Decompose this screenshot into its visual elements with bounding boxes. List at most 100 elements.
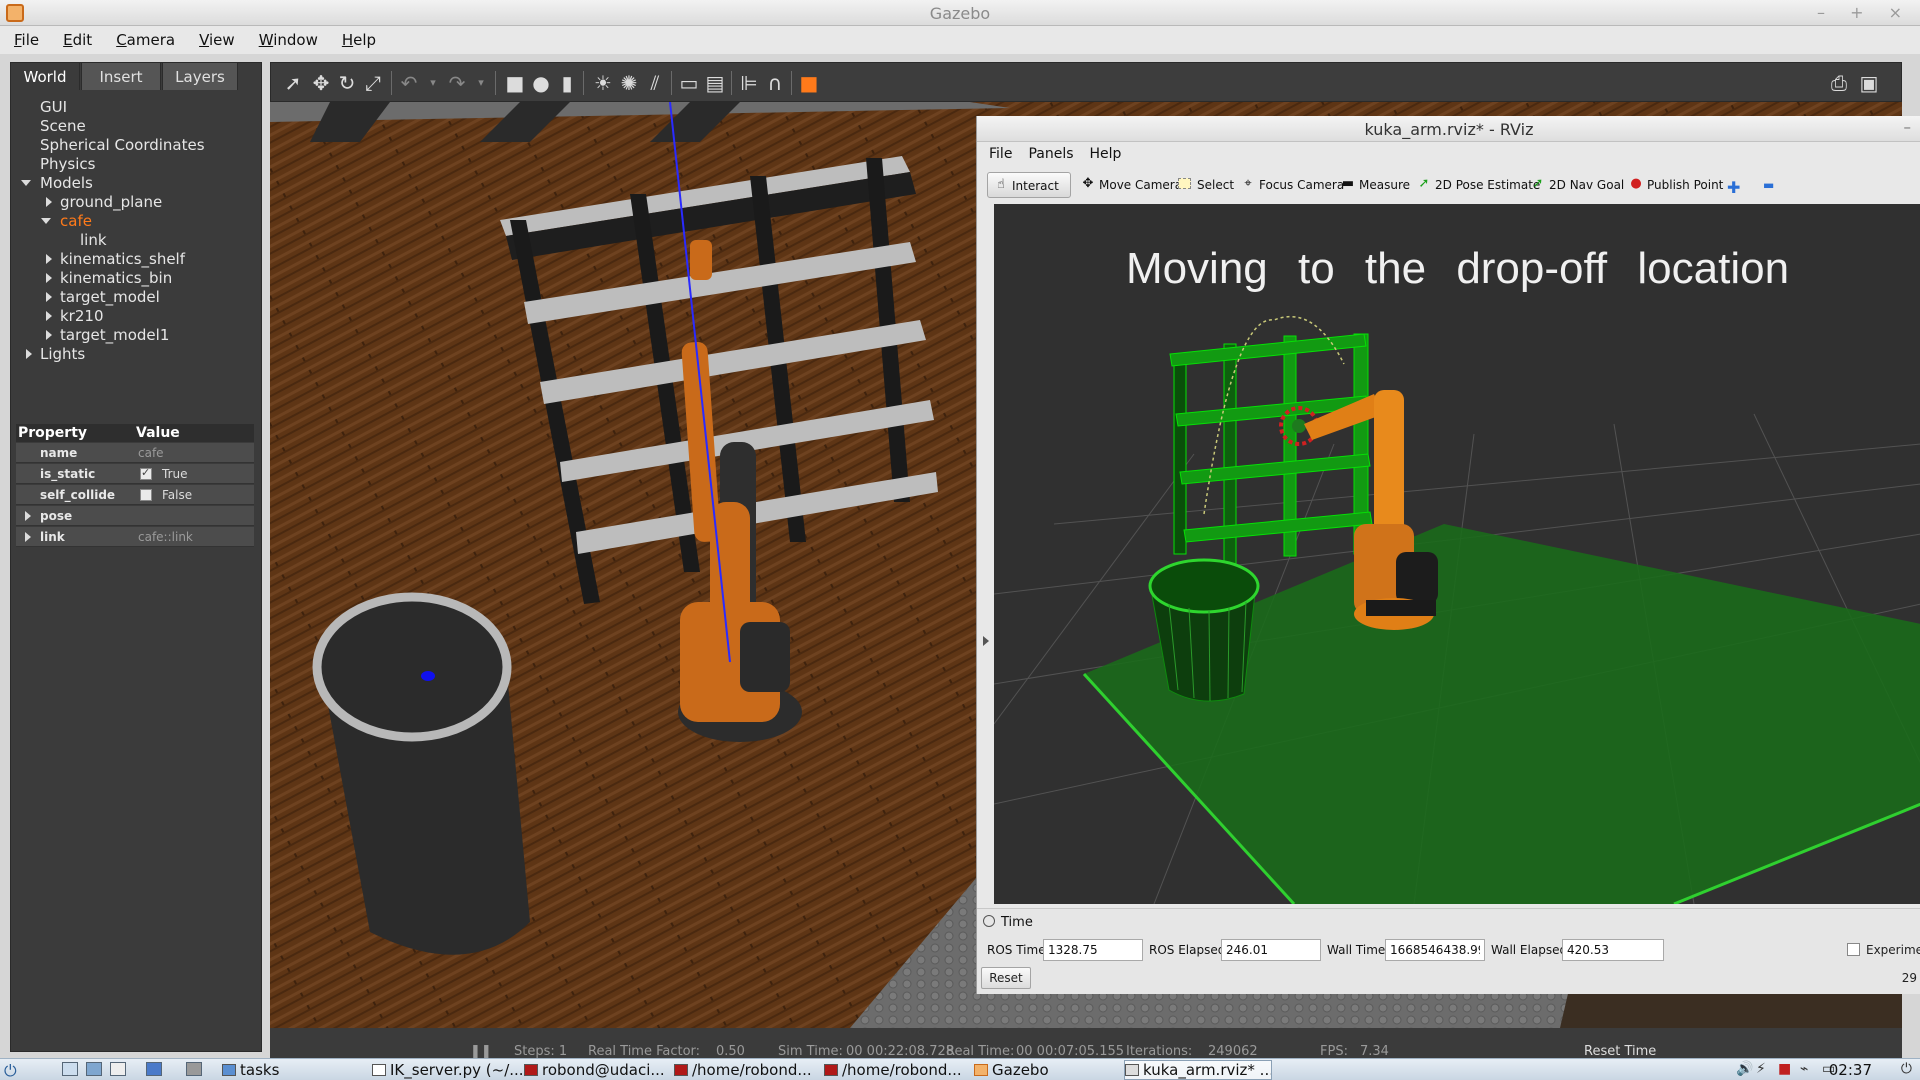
- tab-insert[interactable]: Insert: [81, 62, 161, 90]
- tab-world[interactable]: World: [10, 62, 80, 90]
- remove-tool-icon[interactable]: ▬: [1757, 172, 1780, 198]
- tree-item-scene[interactable]: Scene: [40, 117, 86, 135]
- wall-elapsed-field[interactable]: [1562, 939, 1664, 961]
- tree-item-physics[interactable]: Physics: [40, 155, 95, 173]
- tree-item-lights[interactable]: Lights: [40, 345, 85, 363]
- expand-arrow-icon[interactable]: [46, 330, 52, 340]
- start-menu-icon[interactable]: ⏻: [4, 1061, 44, 1080]
- network-icon[interactable]: ⌁: [1800, 1061, 1808, 1077]
- copy-icon[interactable]: ▭: [677, 71, 701, 95]
- point-light-icon[interactable]: ☀: [591, 71, 615, 95]
- rviz-menu-panels[interactable]: Panels: [1016, 142, 1077, 162]
- wall-time-field[interactable]: [1385, 939, 1485, 961]
- tree-item-models[interactable]: Models: [40, 174, 93, 192]
- change-view-icon[interactable]: ■: [797, 71, 821, 95]
- scale-icon[interactable]: ⤢: [361, 71, 385, 95]
- translate-icon[interactable]: ✥: [309, 71, 333, 95]
- task-tasks[interactable]: tasks: [222, 1061, 372, 1080]
- reset-button[interactable]: Reset: [981, 967, 1031, 989]
- directional-light-icon[interactable]: ⫽: [643, 71, 667, 95]
- property-value[interactable]: cafe: [138, 446, 164, 460]
- minimize-icon[interactable]: –: [1904, 118, 1912, 136]
- expand-arrow-icon[interactable]: [21, 180, 31, 186]
- browser-launcher-icon[interactable]: [146, 1062, 162, 1076]
- expand-arrow-icon[interactable]: [46, 292, 52, 302]
- app-launcher-icon[interactable]: [186, 1062, 202, 1076]
- select-arrow-icon[interactable]: ➚: [281, 71, 305, 95]
- task-ik-server[interactable]: IK_server.py (~/...: [372, 1061, 522, 1080]
- menu-help[interactable]: Help: [328, 26, 386, 49]
- reset-time-button[interactable]: Reset Time: [1584, 1044, 1656, 1059]
- experimental-checkbox[interactable]: [1847, 943, 1860, 956]
- collapse-arrow-icon[interactable]: [983, 636, 989, 646]
- pause-icon[interactable]: ❚❚: [470, 1044, 492, 1059]
- tab-layers[interactable]: Layers: [162, 62, 238, 90]
- expand-arrow-icon[interactable]: [26, 349, 32, 359]
- tree-item-target-model1[interactable]: target_model1: [60, 326, 169, 344]
- shutdown-icon[interactable]: ⏻: [1901, 1061, 1912, 1077]
- record-tray-icon[interactable]: ■: [1778, 1061, 1791, 1077]
- ros-elapsed-field[interactable]: [1221, 939, 1321, 961]
- tool-2d-nav-goal[interactable]: ➚ 2D Nav Goal: [1525, 172, 1630, 198]
- add-tool-icon[interactable]: ✚: [1721, 172, 1746, 198]
- rviz-3d-viewport[interactable]: Moving to the drop-off location: [994, 204, 1920, 904]
- tool-measure[interactable]: ▬ Measure: [1335, 172, 1416, 198]
- ros-time-field[interactable]: [1043, 939, 1143, 961]
- self-collide-checkbox[interactable]: [140, 489, 152, 501]
- expand-arrow-icon[interactable]: [46, 273, 52, 283]
- tool-publish-point[interactable]: ● Publish Point: [1623, 172, 1729, 198]
- power-icon[interactable]: ⚡: [1756, 1061, 1766, 1077]
- paste-icon[interactable]: ▤: [703, 71, 727, 95]
- tree-item-kr210[interactable]: kr210: [60, 307, 103, 325]
- tool-focus-camera[interactable]: ⌖ Focus Camera: [1235, 172, 1350, 198]
- collapse-panel-handle[interactable]: [981, 204, 991, 904]
- task-gazebo[interactable]: Gazebo: [974, 1061, 1122, 1080]
- sphere-shape-icon[interactable]: ●: [529, 71, 553, 95]
- task-terminal-3[interactable]: /home/robond...: [824, 1061, 972, 1080]
- menu-view[interactable]: View: [185, 26, 245, 49]
- tree-item-kinematics-shelf[interactable]: kinematics_shelf: [60, 250, 185, 268]
- file-manager-icon[interactable]: [86, 1062, 102, 1076]
- box-shape-icon[interactable]: ■: [503, 71, 527, 95]
- screenshot-camera-icon[interactable]: ⎙: [1827, 71, 1851, 95]
- expand-arrow-icon[interactable]: [46, 197, 52, 207]
- redo-dropdown-icon[interactable]: ▾: [469, 71, 493, 95]
- expand-arrow-icon[interactable]: [25, 511, 31, 521]
- record-icon[interactable]: ▣: [1857, 71, 1881, 95]
- property-row-pose[interactable]: pose: [16, 506, 254, 526]
- property-row-self-collide[interactable]: self_collide False: [16, 485, 254, 505]
- task-terminal-2[interactable]: /home/robond...: [674, 1061, 822, 1080]
- rotate-icon[interactable]: ↻: [335, 71, 359, 95]
- is-static-checkbox[interactable]: [140, 466, 152, 480]
- property-row-link[interactable]: link cafe::link: [16, 527, 254, 547]
- tool-move-camera[interactable]: ✥ Move Camera: [1075, 172, 1188, 198]
- tree-item-cafe[interactable]: cafe: [60, 212, 92, 230]
- task-terminal-1[interactable]: robond@udaci...: [524, 1061, 672, 1080]
- tree-item-kinematics-bin[interactable]: kinematics_bin: [60, 269, 172, 287]
- rviz-menu-file[interactable]: File: [977, 142, 1016, 162]
- volume-icon[interactable]: 🔊: [1736, 1061, 1753, 1077]
- show-desktop-icon[interactable]: [62, 1062, 78, 1076]
- spot-light-icon[interactable]: ✺: [617, 71, 641, 95]
- tool-interact[interactable]: ☝ Interact: [987, 172, 1071, 198]
- tree-item-target-model[interactable]: target_model: [60, 288, 160, 306]
- menu-edit[interactable]: Edit: [49, 26, 102, 49]
- redo-icon[interactable]: ↷: [445, 71, 469, 95]
- tool-select[interactable]: Select: [1173, 172, 1240, 198]
- undo-icon[interactable]: ↶: [397, 71, 421, 95]
- expand-arrow-icon[interactable]: [46, 254, 52, 264]
- menu-camera[interactable]: Camera: [102, 26, 185, 49]
- window-controls[interactable]: – + ×: [1817, 3, 1912, 22]
- property-row-name[interactable]: name cafe: [16, 443, 254, 463]
- expand-arrow-icon[interactable]: [25, 532, 31, 542]
- align-icon[interactable]: ⊫: [737, 71, 761, 95]
- tree-item-ground-plane[interactable]: ground_plane: [60, 193, 162, 211]
- tree-item-link[interactable]: link: [80, 231, 107, 249]
- rviz-menu-help[interactable]: Help: [1078, 142, 1126, 162]
- cylinder-shape-icon[interactable]: ▮: [555, 71, 579, 95]
- menu-file[interactable]: File: [0, 26, 49, 49]
- undo-dropdown-icon[interactable]: ▾: [421, 71, 445, 95]
- tree-item-gui[interactable]: GUI: [40, 98, 67, 116]
- task-rviz[interactable]: kuka_arm.rviz* ...: [1124, 1060, 1272, 1080]
- snap-icon[interactable]: ∩: [763, 71, 787, 95]
